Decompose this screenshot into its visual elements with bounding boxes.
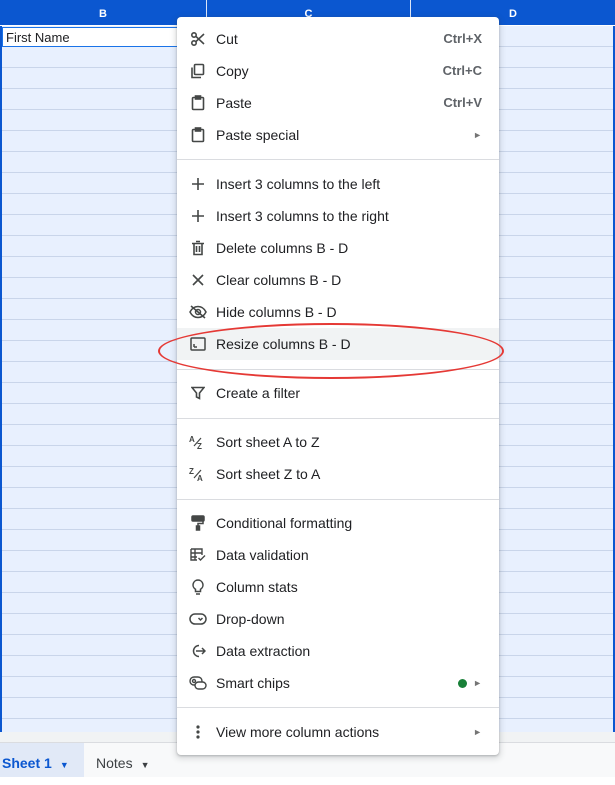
active-cell[interactable]: First Name xyxy=(2,27,182,47)
caret-down-icon[interactable]: ▼ xyxy=(141,760,150,770)
new-feature-dot xyxy=(458,679,467,688)
shortcut-hint: Ctrl+V xyxy=(443,95,482,110)
caret-down-icon[interactable]: ▼ xyxy=(60,760,69,770)
trash-icon xyxy=(189,240,207,256)
filter-icon xyxy=(189,385,207,401)
sheet-tab-label: Sheet 1 xyxy=(2,755,52,771)
menu-item-label: Hide columns B - D xyxy=(216,304,337,320)
menu-item-delete-columns[interactable]: Delete columns B - D xyxy=(177,232,499,264)
menu-item-label: Insert 3 columns to the left xyxy=(216,176,381,192)
menu-divider xyxy=(177,707,499,708)
shortcut-hint: Ctrl+C xyxy=(442,63,482,78)
submenu-arrow-icon: ► xyxy=(473,727,482,737)
menu-item-clear-columns[interactable]: Clear columns B - D xyxy=(177,264,499,296)
menu-item-label: Paste special xyxy=(216,127,300,143)
menu-item-label: Sort sheet Z to A xyxy=(216,466,321,482)
menu-item-label: View more column actions xyxy=(216,724,380,740)
smart-chip-icon xyxy=(189,675,207,691)
menu-item-label: Delete columns B - D xyxy=(216,240,349,256)
menu-item-paste[interactable]: Paste Ctrl+V xyxy=(177,87,499,119)
svg-text:A: A xyxy=(189,435,195,444)
extract-icon xyxy=(189,643,207,659)
paint-roller-icon xyxy=(189,515,207,531)
menu-item-paste-special[interactable]: Paste special ► xyxy=(177,119,499,151)
menu-item-label: Column stats xyxy=(216,579,298,595)
close-icon xyxy=(189,272,207,288)
menu-item-smart-chips[interactable]: Smart chips ► xyxy=(177,667,499,699)
menu-item-cut[interactable]: Cut Ctrl+X xyxy=(177,23,499,55)
dropdown-chip-icon xyxy=(189,611,207,627)
menu-item-label: Cut xyxy=(216,31,238,47)
menu-item-label: Data validation xyxy=(216,547,309,563)
menu-divider xyxy=(177,418,499,419)
menu-item-sort-z-a[interactable]: ZA Sort sheet Z to A xyxy=(177,458,499,490)
lightbulb-icon xyxy=(189,579,207,595)
eye-off-icon xyxy=(189,304,207,320)
plus-icon xyxy=(189,208,207,224)
clipboard-icon xyxy=(189,95,207,111)
menu-item-label: Conditional formatting xyxy=(216,515,353,531)
sort-az-icon: AZ xyxy=(189,434,207,450)
submenu-arrow-icon: ► xyxy=(473,678,482,688)
menu-item-more-column-actions[interactable]: View more column actions ► xyxy=(177,716,499,748)
table-check-icon xyxy=(189,547,207,563)
menu-item-create-filter[interactable]: Create a filter xyxy=(177,377,499,409)
sheet-tab-label: Notes xyxy=(96,755,133,771)
menu-item-resize-columns[interactable]: Resize columns B - D xyxy=(177,328,499,360)
menu-item-data-extraction[interactable]: Data extraction xyxy=(177,635,499,667)
menu-item-copy[interactable]: Copy Ctrl+C xyxy=(177,55,499,87)
menu-item-label: Drop-down xyxy=(216,611,285,627)
more-vert-icon xyxy=(189,724,207,740)
clipboard-icon xyxy=(189,127,207,143)
menu-item-data-validation[interactable]: Data validation xyxy=(177,539,499,571)
menu-item-hide-columns[interactable]: Hide columns B - D xyxy=(177,296,499,328)
menu-divider xyxy=(177,159,499,160)
menu-item-label: Create a filter xyxy=(216,385,301,401)
svg-text:Z: Z xyxy=(189,467,194,476)
sheet-tab-sheet1[interactable]: Sheet 1 ▼ xyxy=(0,743,84,777)
shortcut-hint: Ctrl+X xyxy=(443,31,482,46)
menu-item-label: Paste xyxy=(216,95,252,111)
menu-item-label: Smart chips xyxy=(216,675,290,691)
menu-item-sort-a-z[interactable]: AZ Sort sheet A to Z xyxy=(177,426,499,458)
menu-item-label: Clear columns B - D xyxy=(216,272,342,288)
copy-icon xyxy=(189,63,207,79)
menu-item-insert-right[interactable]: Insert 3 columns to the right xyxy=(177,200,499,232)
submenu-arrow-icon: ► xyxy=(473,130,482,140)
column-context-menu: Cut Ctrl+X Copy Ctrl+C Paste Ctrl+V Past… xyxy=(177,17,499,755)
menu-item-label: Data extraction xyxy=(216,643,311,659)
menu-item-insert-left[interactable]: Insert 3 columns to the left xyxy=(177,168,499,200)
menu-item-column-stats[interactable]: Column stats xyxy=(177,571,499,603)
menu-item-drop-down[interactable]: Drop-down xyxy=(177,603,499,635)
svg-text:A: A xyxy=(197,474,203,482)
plus-icon xyxy=(189,176,207,192)
menu-divider xyxy=(177,369,499,370)
menu-divider xyxy=(177,499,499,500)
svg-text:Z: Z xyxy=(197,442,202,450)
menu-item-label: Sort sheet A to Z xyxy=(216,434,320,450)
menu-item-label: Copy xyxy=(216,63,249,79)
sort-za-icon: ZA xyxy=(189,466,207,482)
menu-item-label: Resize columns B - D xyxy=(216,336,351,352)
resize-icon xyxy=(189,336,207,352)
scissors-icon xyxy=(189,31,207,47)
column-header-b[interactable]: B xyxy=(0,0,207,25)
menu-item-conditional-formatting[interactable]: Conditional formatting xyxy=(177,507,499,539)
menu-item-label: Insert 3 columns to the right xyxy=(216,208,389,224)
sheet-tab-notes[interactable]: Notes ▼ xyxy=(84,743,166,777)
